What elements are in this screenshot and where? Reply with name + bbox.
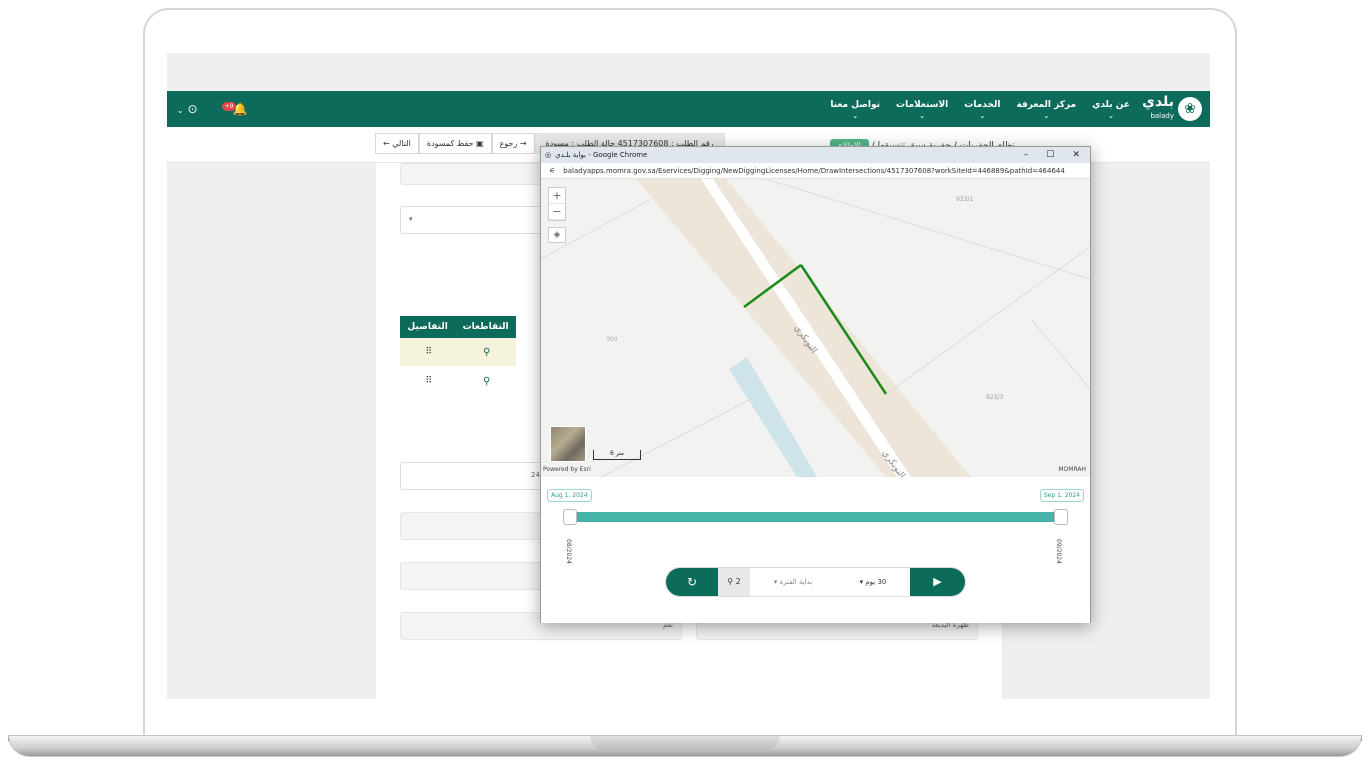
chevron-down-icon: ⌄ <box>1108 112 1114 120</box>
logo-subtext: balady <box>1150 112 1174 120</box>
road-centerline <box>701 179 911 477</box>
parcel-line <box>765 179 1090 280</box>
menu-contact[interactable]: تواصل معنا ⌄ <box>830 100 880 122</box>
next-button[interactable]: التالي ← <box>375 133 419 154</box>
parcel-label: 923/3 <box>986 394 1003 401</box>
chevron-down-icon: ▾ <box>859 578 864 586</box>
tick-label: 08/2024 <box>565 539 572 564</box>
reset-icon[interactable]: ↻ <box>666 568 718 596</box>
bell-icon: 🔔 <box>232 102 248 116</box>
close-icon[interactable]: ✕ <box>1072 150 1080 160</box>
menu-inquiries[interactable]: الاستعلامات ⌄ <box>896 100 948 122</box>
zoom-controls: + − <box>548 187 566 221</box>
chevron-down-icon: ▾ <box>409 215 413 223</box>
time-slider: Aug 1, 2024 Sep 1, 2024 08/2024 09/2024 … <box>541 477 1090 623</box>
end-date-chip: Sep 1, 2024 <box>1039 489 1084 502</box>
tick-label: 09/2024 <box>1055 539 1062 564</box>
menu-about[interactable]: عن بلدي ⌄ <box>1092 100 1130 122</box>
start-handle[interactable] <box>563 509 577 525</box>
back-button[interactable]: → رجوع <box>491 133 535 154</box>
period-start-select[interactable]: بداية الفترة ▾ <box>750 578 836 586</box>
screen: بلدي balady ❀ عن بلدي ⌄ مركز المعرفة ⌄ الخ… <box>167 53 1210 699</box>
start-date-chip: Aug 1, 2024 <box>547 489 592 502</box>
user-menu[interactable]: ⌄ ⊙ <box>177 102 198 116</box>
time-range-track[interactable] <box>571 512 1061 522</box>
zoom-out-icon[interactable]: − <box>549 204 565 220</box>
map-pin-icon[interactable]: ⚲ <box>483 347 490 358</box>
map-pin-icon: ⚲ <box>727 577 734 586</box>
end-handle[interactable] <box>1054 509 1068 525</box>
menu-knowledge-center[interactable]: مركز المعرفة ⌄ <box>1016 100 1076 122</box>
chevron-down-icon: ⌄ <box>1043 112 1050 120</box>
menu-services[interactable]: الخدمات ⌄ <box>964 100 1000 122</box>
grid-dots-icon[interactable]: ⠿ <box>426 376 433 386</box>
basemap-toggle[interactable] <box>550 426 586 462</box>
grid-dots-icon[interactable]: ⠿ <box>426 347 433 357</box>
location-count: ⚲ 2 <box>718 568 750 596</box>
layers-icon[interactable]: ◈ <box>548 227 566 243</box>
parcel-line <box>885 246 1090 395</box>
table-header: التقاطعات التفاصيل <box>400 316 516 338</box>
main-menu: عن بلدي ⌄ مركز المعرفة ⌄ الخدمات ⌄ الاستعلا… <box>830 100 1130 122</box>
balady-logo[interactable]: بلدي balady ❀ <box>1142 95 1202 123</box>
column-header: التقاطعات <box>462 322 509 332</box>
table-row[interactable]: ⠿ ⚲ <box>400 367 516 395</box>
chevron-down-icon: ⌄ <box>919 112 926 120</box>
top-navbar: بلدي balady ❀ عن بلدي ⌄ مركز المعرفة ⌄ الخ… <box>167 91 1210 127</box>
chevron-down-icon: ⌄ <box>177 106 184 115</box>
minimize-icon[interactable]: – <box>1024 150 1029 160</box>
url-text: baladyapps.momra.gov.sa/Eservices/Diggin… <box>563 166 1065 175</box>
column-header: التفاصيل <box>407 322 448 332</box>
parcel-label: 300 <box>606 336 618 343</box>
address-bar[interactable]: ⚟ baladyapps.momra.gov.sa/Eservices/Digg… <box>541 163 1090 179</box>
user-icon: ⊙ <box>187 102 198 116</box>
map-canvas: 923/1 923/3 300 النوبكري النوبكري <box>541 179 1090 477</box>
chrome-icon: ◎ <box>545 151 552 159</box>
popup-titlebar: ◎ بوابة بلـدي - Google Chrome – ☐ ✕ <box>541 147 1090 163</box>
interval-select[interactable]: 30 يوم ▾ <box>836 578 910 586</box>
scale-bar: 6 متر <box>593 450 641 460</box>
esri-attribution: Powered by Esri <box>543 466 591 473</box>
logo-text: بلدي <box>1142 94 1174 110</box>
notifications-button[interactable]: +9🔔 <box>221 102 248 116</box>
popup-window: ◎ بوابة بلـدي - Google Chrome – ☐ ✕ ⚟ ba… <box>540 146 1091 623</box>
save-draft-button[interactable]: ▣ حفظ كمسودة <box>418 133 492 154</box>
save-icon: ▣ <box>476 139 484 148</box>
parcel-label: 923/1 <box>956 196 973 203</box>
data-attribution: MOMRAH <box>1058 466 1086 473</box>
logo-icon: ❀ <box>1178 97 1202 121</box>
parcel-line <box>600 398 752 477</box>
laptop-notch <box>590 736 780 750</box>
table-row[interactable]: ⠿ ⚲ <box>400 338 516 366</box>
parcel-line <box>1030 318 1090 390</box>
play-icon[interactable]: ▶ <box>910 568 965 596</box>
chevron-down-icon: ⌄ <box>979 112 986 120</box>
chevron-down-icon: ⌄ <box>852 112 859 120</box>
playback-bar: ↻ ⚲ 2 بداية الفترة ▾ 30 يوم ▾ ▶ <box>666 568 965 596</box>
popup-title: بوابة بلـدي - Google Chrome <box>555 151 648 159</box>
site-settings-icon[interactable]: ⚟ <box>549 167 555 175</box>
maximize-icon[interactable]: ☐ <box>1046 150 1054 160</box>
zoom-in-icon[interactable]: + <box>549 188 565 204</box>
chevron-down-icon: ▾ <box>773 578 778 586</box>
topbar-actions: ⌄ ⊙ +9🔔 <box>177 102 247 116</box>
map-pin-icon[interactable]: ⚲ <box>483 376 490 387</box>
map-view[interactable]: 923/1 923/3 300 النوبكري النوبكري + − ◈ … <box>541 179 1090 477</box>
